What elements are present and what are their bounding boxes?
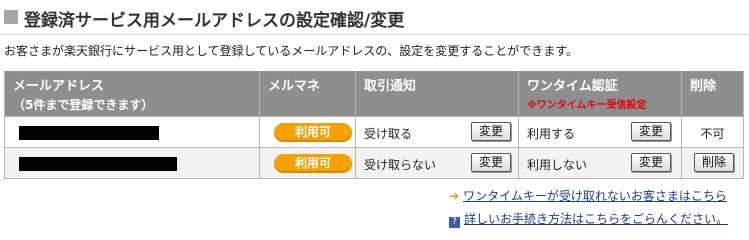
mailmag-cell: 利用可 [260,148,355,178]
delete-button[interactable]: 削除 [694,153,734,172]
col-header-email-label: メールアドレス [13,79,105,94]
page-title: 登録済サービス用メールアドレスの設定確認/変更 [24,11,405,31]
col-header-onetime: ワンタイム認証 ※ワンタイムキー受信設定 [519,71,681,116]
transaction-status: 受け取らない [364,158,437,172]
redacted-email [19,126,159,140]
mailmag-status-badge: 利用可 [274,154,352,173]
onetime-change-button[interactable]: 変更 [631,153,671,172]
col-header-onetime-note: ※ワンタイムキー受信設定 [527,100,647,111]
email-cell [5,117,259,147]
transaction-cell: 受け取る 変更 [356,117,518,147]
page-header: 登録済サービス用メールアドレスの設定確認/変更 [0,0,749,35]
transaction-change-button[interactable]: 変更 [471,122,511,141]
col-header-delete: 削除 [682,71,743,116]
arrow-right-icon: ➔ [449,189,460,203]
email-settings-table: メールアドレス （5件まで登録できます） メルマネ 取引通知 ワンタイム認証 ※… [4,71,744,179]
col-header-mailmag: メルマネ [260,71,355,116]
col-header-onetime-label: ワンタイム認証 [527,79,618,94]
delete-cell: 不可 [682,117,743,147]
onetime-help-link-row: ➔ ワンタイムキーが受け取れないお客さまはこちら [449,187,727,204]
page-description: お客さまが楽天銀行にサービス用として登録しているメールアドレスの、設定を変更する… [4,44,579,58]
col-header-transaction: 取引通知 [356,71,518,116]
onetime-cell: 利用しない 変更 [519,148,681,178]
col-header-email-sublabel: （5件まで登録できます） [13,98,154,112]
transaction-status: 受け取る [364,127,413,141]
transaction-change-button[interactable]: 変更 [471,153,511,172]
onetime-status: 利用しない [527,158,588,172]
redacted-email [19,157,177,171]
mailmag-status-badge: 利用可 [274,123,352,142]
question-icon: ? [449,217,460,228]
email-cell [5,148,259,178]
onetime-change-button[interactable]: 変更 [631,122,671,141]
transaction-cell: 受け取らない 変更 [356,148,518,178]
col-header-email: メールアドレス （5件まで登録できます） [5,71,259,116]
title-square-icon [4,10,18,24]
onetime-help-link[interactable]: ワンタイムキーが受け取れないお客さまはこちら [463,189,727,203]
mailmag-cell: 利用可 [260,117,355,147]
onetime-status: 利用する [527,127,576,141]
delete-cell: 削除 [682,148,743,178]
onetime-cell: 利用する 変更 [519,117,681,147]
delete-unavailable-text: 不可 [700,127,725,141]
procedure-help-link[interactable]: 詳しいお手続き方法はこちらをごらんください。 [464,212,728,226]
procedure-help-link-row: ? 詳しいお手続き方法はこちらをごらんください。 [449,210,728,228]
